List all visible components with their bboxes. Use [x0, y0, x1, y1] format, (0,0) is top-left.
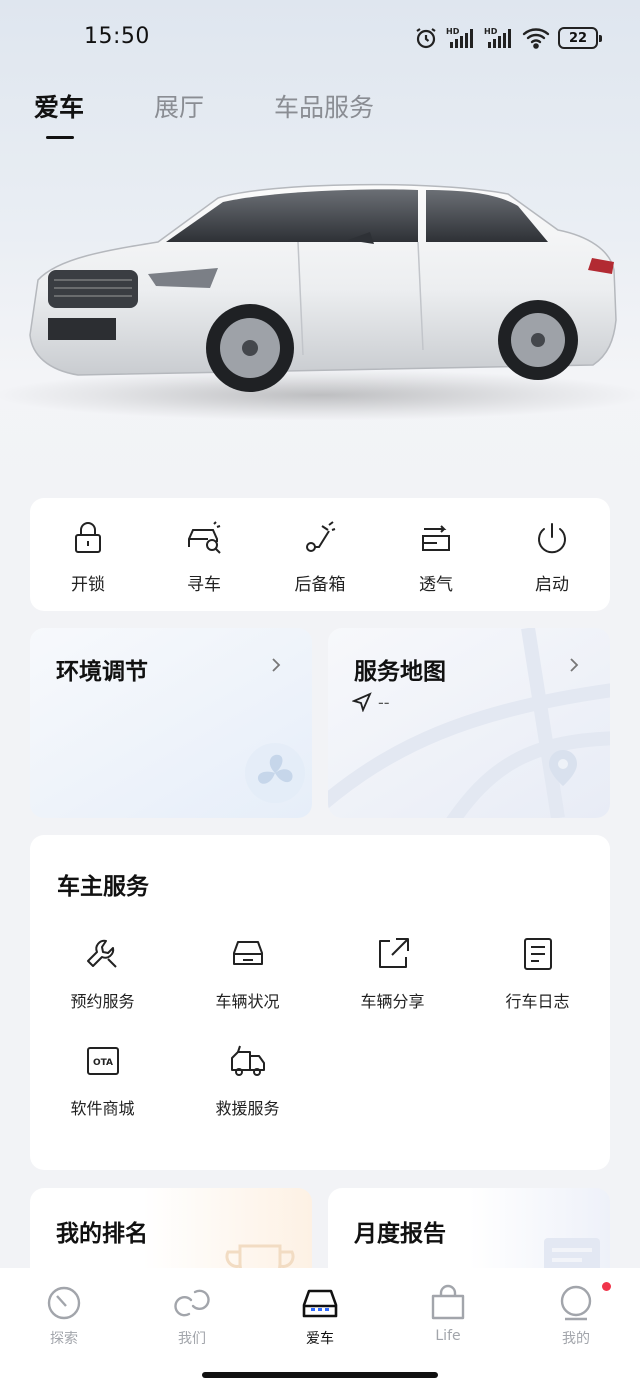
- current-location: --: [352, 692, 390, 712]
- nav-explore-label: 探索: [50, 1331, 78, 1347]
- driving-log-button[interactable]: 行车日志: [465, 935, 610, 1012]
- log-icon: [523, 938, 552, 970]
- alarm-icon: [416, 28, 436, 49]
- trunk-button[interactable]: 后备箱: [262, 498, 378, 611]
- nav-life[interactable]: Life: [384, 1268, 512, 1360]
- rescue-service-button[interactable]: 救援服务: [175, 1042, 320, 1119]
- booking-service-label: 预约服务: [70, 992, 135, 1011]
- power-icon: [538, 523, 566, 554]
- quick-controls-card: 开锁 寻车 后备箱 透气 启动: [30, 498, 610, 611]
- hd-signal-icon: HD: [484, 27, 511, 48]
- unlock-button[interactable]: 开锁: [30, 498, 146, 611]
- compass-icon: [47, 1286, 81, 1320]
- chevron-right-icon: [570, 658, 579, 672]
- nav-community[interactable]: 我们: [128, 1268, 256, 1360]
- battery-icon: 22: [558, 27, 602, 49]
- rescue-service-label: 救援服务: [215, 1099, 280, 1118]
- battery-level: 22: [568, 30, 588, 46]
- wrench-icon: [86, 939, 117, 968]
- bottom-navigation: 探索 我们 爱车 Life 我的: [0, 1268, 640, 1387]
- location-value: --: [378, 692, 390, 712]
- shopping-bag-icon: [431, 1284, 465, 1320]
- start-button[interactable]: 启动: [494, 498, 610, 611]
- nav-community-label: 我们: [178, 1331, 206, 1347]
- nav-profile[interactable]: 我的: [512, 1268, 640, 1360]
- status-bar: 15:50 HD HD 22: [0, 0, 640, 76]
- vehicle-status-label: 车辆状况: [215, 992, 280, 1011]
- vehicle-status-button[interactable]: 车辆状况: [175, 935, 320, 1012]
- share-icon: [378, 938, 409, 968]
- map-pin-icon: [549, 750, 577, 786]
- find-car-icon: [188, 521, 221, 554]
- find-car-button[interactable]: 寻车: [146, 498, 262, 611]
- owner-services-grid: 预约服务 车辆状况 车辆分享 行车日志 OTA 软件商城 救援服务: [30, 935, 610, 1119]
- trunk-label: 后备箱: [294, 575, 346, 595]
- vehicle-share-label: 车辆分享: [360, 992, 425, 1011]
- software-store-button[interactable]: OTA 软件商城: [30, 1042, 175, 1119]
- car-icon: [302, 1289, 338, 1318]
- climate-control-card[interactable]: 环境调节: [30, 628, 312, 818]
- owner-services-title: 车主服务: [57, 874, 149, 900]
- home-indicator[interactable]: [202, 1372, 438, 1378]
- tab-my-car[interactable]: 爱车: [34, 88, 84, 139]
- status-icons: HD HD 22: [414, 24, 602, 52]
- booking-service-button[interactable]: 预约服务: [30, 935, 175, 1012]
- wifi-icon: [522, 28, 550, 49]
- car-image: [29, 183, 617, 392]
- owner-services-card: 车主服务 预约服务 车辆状况 车辆分享 行车日志 OTA 软件商城 救援服务: [30, 835, 610, 1170]
- service-map-title: 服务地图: [354, 659, 446, 685]
- svg-text:OTA: OTA: [92, 1058, 112, 1068]
- nav-life-label: Life: [435, 1328, 461, 1344]
- fan-icon: [245, 743, 305, 803]
- service-map-card[interactable]: 服务地图 --: [328, 628, 610, 818]
- lock-icon: [75, 522, 101, 553]
- unlock-label: 开锁: [71, 575, 105, 595]
- ota-icon: OTA: [86, 1047, 119, 1075]
- monthly-report-title: 月度报告: [354, 1221, 446, 1247]
- nav-my-car-label: 爱车: [306, 1331, 334, 1347]
- trunk-icon: [306, 521, 336, 552]
- community-icon: [174, 1289, 210, 1317]
- nav-profile-label: 我的: [562, 1331, 590, 1347]
- nav-my-car[interactable]: 爱车: [256, 1268, 384, 1360]
- top-tabs: 爱车 展厅 车品服务: [34, 88, 374, 139]
- software-store-label: 软件商城: [70, 1099, 135, 1118]
- my-ranking-title: 我的排名: [56, 1221, 148, 1247]
- chevron-right-icon: [272, 658, 281, 672]
- svg-text:HD: HD: [484, 27, 498, 36]
- tow-truck-icon: [230, 1045, 265, 1076]
- start-label: 启动: [535, 575, 569, 595]
- profile-icon: [560, 1285, 592, 1321]
- hd-signal-icon: HD: [446, 27, 473, 48]
- ventilate-button[interactable]: 透气: [378, 498, 494, 611]
- ventilate-label: 透气: [419, 575, 453, 595]
- notification-badge: [602, 1282, 611, 1291]
- tab-car-products[interactable]: 车品服务: [274, 88, 374, 124]
- climate-control-title: 环境调节: [56, 659, 148, 685]
- status-time: 15:50: [84, 24, 150, 49]
- find-car-label: 寻车: [187, 575, 221, 595]
- nav-explore[interactable]: 探索: [0, 1268, 128, 1360]
- vehicle-share-button[interactable]: 车辆分享: [320, 935, 465, 1012]
- ventilate-icon: [422, 525, 450, 551]
- car-status-icon: [232, 941, 263, 965]
- navigation-arrow-icon: [352, 692, 372, 712]
- tab-showroom[interactable]: 展厅: [154, 88, 204, 124]
- svg-text:HD: HD: [446, 27, 460, 36]
- driving-log-label: 行车日志: [505, 992, 570, 1011]
